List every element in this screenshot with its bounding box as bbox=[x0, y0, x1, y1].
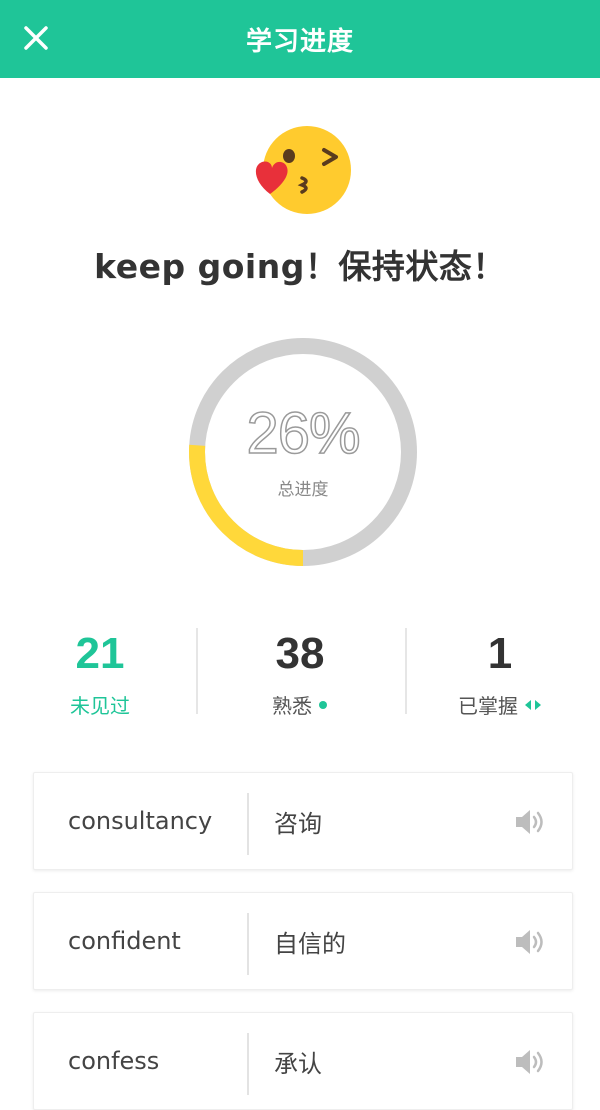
speaker-icon[interactable] bbox=[514, 807, 548, 837]
stat-unseen-label-row: 未见过 bbox=[0, 690, 200, 719]
double-arrow-icon bbox=[525, 699, 541, 710]
stat-familiar[interactable]: 38 熟悉 bbox=[200, 620, 400, 720]
word-chinese: 承认 bbox=[274, 1049, 322, 1078]
stat-unseen-label: 未见过 bbox=[70, 694, 130, 718]
word-chinese: 自信的 bbox=[274, 929, 346, 958]
page-title: 学习进度 bbox=[245, 26, 354, 57]
word-divider bbox=[247, 793, 249, 855]
word-english: confident bbox=[68, 927, 181, 955]
close-icon bbox=[24, 26, 48, 50]
progress-center: 26% 总进度 bbox=[183, 332, 423, 572]
stat-familiar-value: 38 bbox=[275, 629, 325, 678]
stat-unseen[interactable]: 21 未见过 bbox=[0, 620, 200, 720]
stat-mastered-label-row: 已掌握 bbox=[400, 690, 600, 719]
close-button[interactable] bbox=[18, 20, 54, 56]
stats-divider bbox=[405, 628, 407, 714]
word-stats: 21 未见过 38 熟悉 1 已掌握 bbox=[0, 620, 600, 720]
dot-icon bbox=[319, 700, 327, 709]
word-divider bbox=[247, 1033, 249, 1095]
speaker-icon[interactable] bbox=[514, 1047, 548, 1077]
word-chinese: 咨询 bbox=[274, 809, 322, 838]
stats-divider bbox=[196, 628, 198, 714]
speaker-icon[interactable] bbox=[514, 927, 548, 957]
word-row[interactable]: confess 承认 bbox=[33, 1012, 573, 1110]
word-row[interactable]: consultancy 咨询 bbox=[33, 772, 573, 870]
stat-familiar-label: 熟悉 bbox=[272, 694, 312, 718]
stat-mastered-value: 1 bbox=[487, 629, 513, 678]
progress-label: 总进度 bbox=[277, 479, 329, 500]
stat-mastered-label: 已掌握 bbox=[458, 694, 518, 718]
stat-familiar-label-row: 熟悉 bbox=[200, 690, 400, 719]
stat-mastered[interactable]: 1 已掌握 bbox=[400, 620, 600, 720]
word-divider bbox=[247, 913, 249, 975]
top-bar: 学习进度 bbox=[0, 0, 600, 78]
progress-percent: 26% bbox=[246, 400, 362, 466]
word-english: confess bbox=[68, 1047, 160, 1075]
encouragement-headline: keep going！保持状态！ bbox=[94, 247, 506, 286]
word-row[interactable]: confident 自信的 bbox=[33, 892, 573, 990]
blowing-kiss-emoji-icon bbox=[255, 126, 351, 214]
stat-unseen-value: 21 bbox=[75, 629, 125, 678]
word-english: consultancy bbox=[68, 807, 213, 835]
